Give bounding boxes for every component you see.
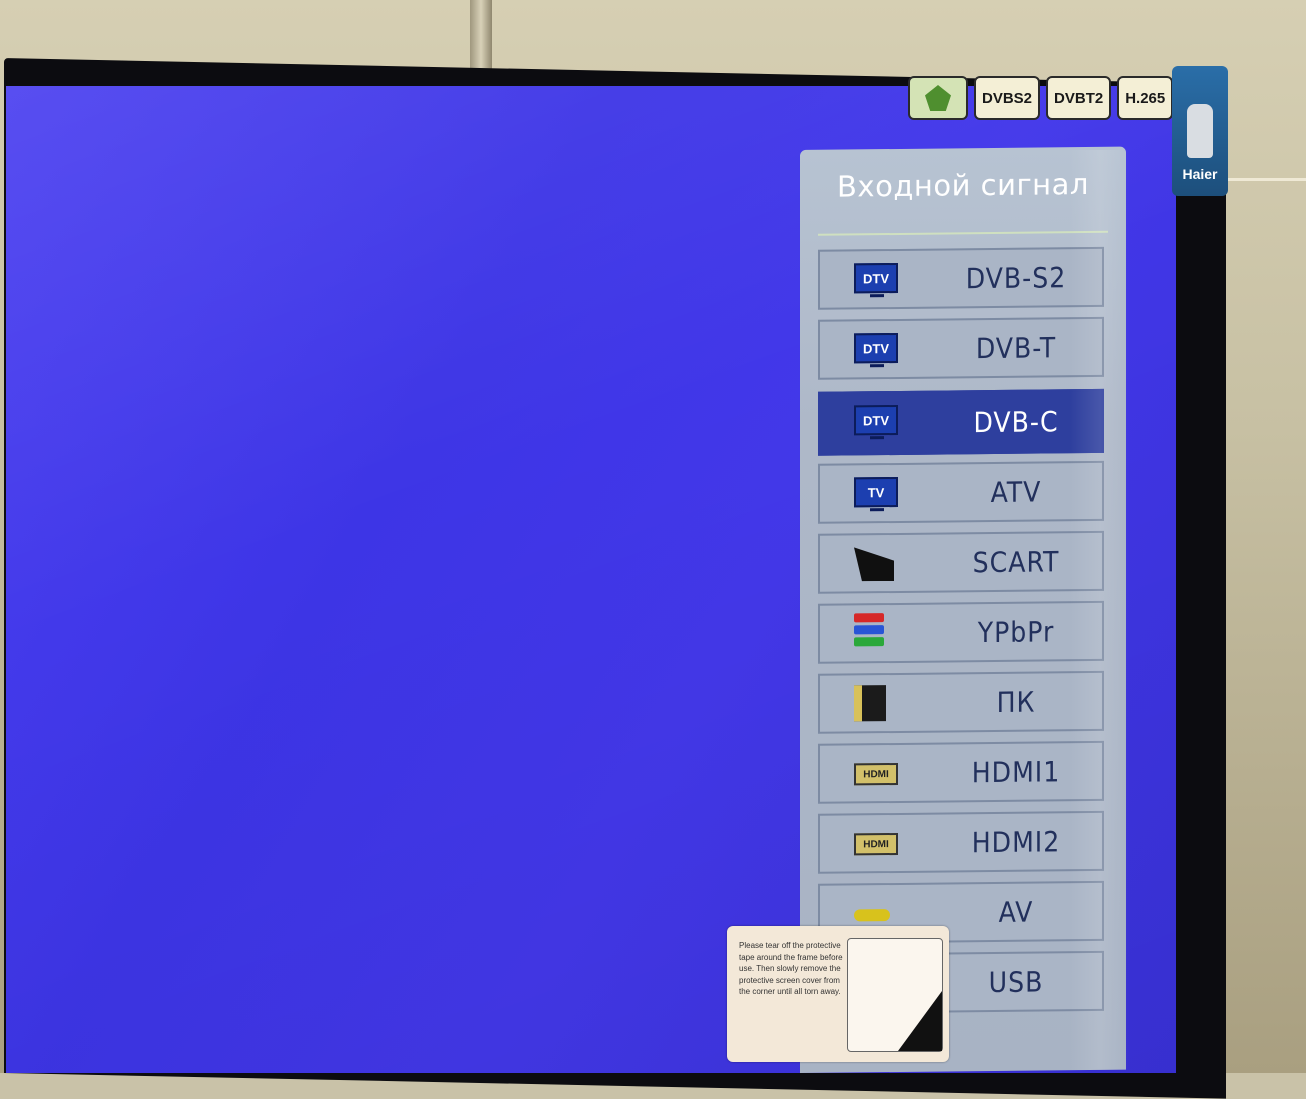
vga-connector-icon (854, 685, 886, 722)
robot-mascot-icon (1187, 104, 1213, 158)
brand-sticker: Haier (1172, 66, 1228, 196)
eco-sticker (908, 76, 968, 120)
scart-icon (854, 547, 894, 581)
dtv-icon: DTV (854, 262, 898, 294)
menu-item-scart[interactable]: SCART (818, 530, 1104, 594)
hdmi-icon: HDMI (854, 832, 898, 856)
brand-name: Haier (1182, 166, 1218, 182)
ceiling-pole (470, 0, 492, 70)
dtv-icon: DTV (854, 404, 898, 436)
menu-item-ypbpr[interactable]: YPbPr (818, 600, 1104, 664)
menu-item-dvb-t[interactable]: DTV DVB-T (818, 316, 1104, 380)
component-rca-icon (854, 613, 884, 651)
menu-item-dvb-s2[interactable]: DTV DVB-S2 (818, 246, 1104, 310)
menu-item-dvb-c[interactable]: DTV DVB-C (818, 388, 1104, 456)
dtv-icon: DTV (854, 332, 898, 364)
feature-stickers: DVBS2 DVBT2 H.265 (908, 76, 1174, 128)
tv-icon: TV (854, 476, 898, 508)
screen-glare (1070, 150, 1130, 1070)
protective-film-sticker: Please tear off the protective tape arou… (727, 926, 949, 1062)
menu-item-pc[interactable]: ПК (818, 670, 1104, 734)
warning-text: Please tear off the protective tape arou… (739, 941, 843, 996)
dvbs2-sticker: DVBS2 (974, 76, 1041, 120)
menu-divider (818, 230, 1108, 236)
leaf-icon (925, 85, 951, 111)
menu-item-hdmi1[interactable]: HDMI HDMI1 (818, 740, 1104, 804)
menu-item-hdmi2[interactable]: HDMI HDMI2 (818, 810, 1104, 874)
dvbt2-sticker: DVBT2 (1046, 76, 1112, 120)
peel-hand-illustration (847, 938, 943, 1052)
rca-yellow-icon (854, 909, 890, 922)
h265-sticker: H.265 (1117, 76, 1174, 120)
menu-item-atv[interactable]: TV ATV (818, 460, 1104, 524)
hdmi-icon: HDMI (854, 762, 898, 786)
